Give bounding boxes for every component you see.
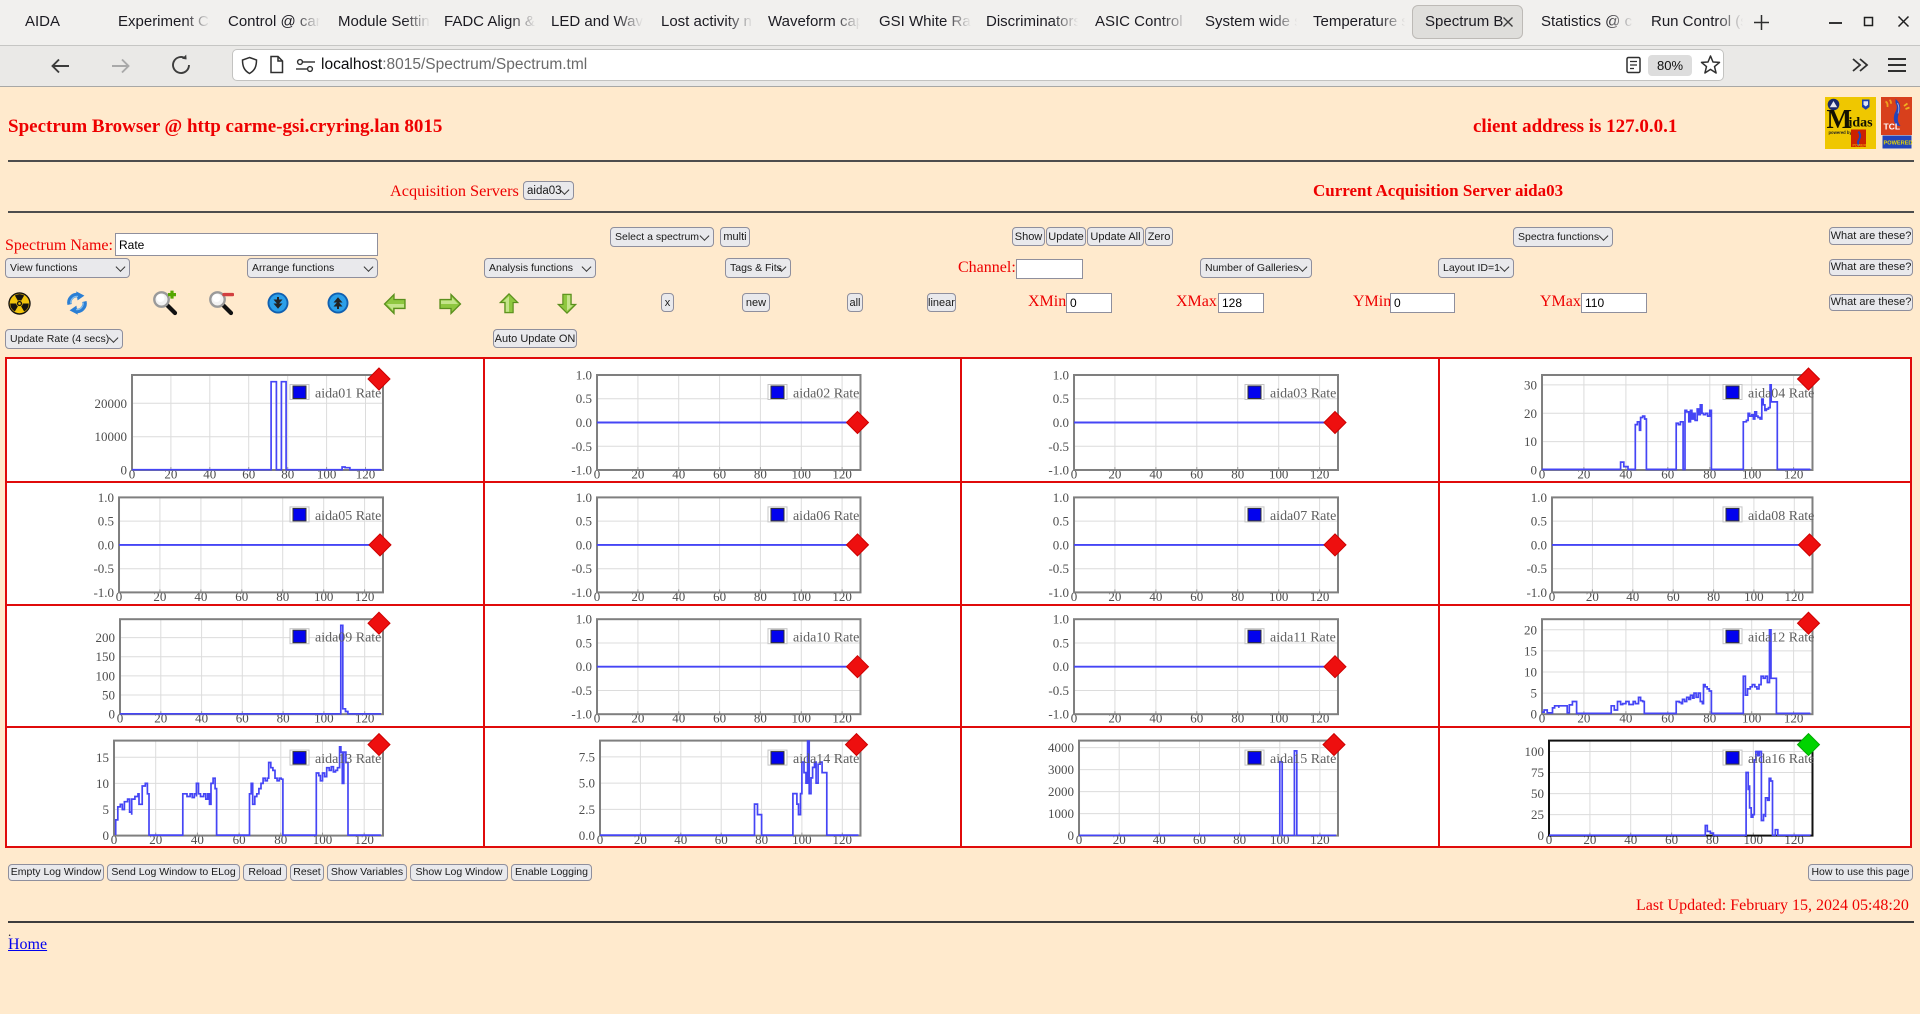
svg-text:aida06 Rate: aida06 Rate xyxy=(792,508,858,523)
svg-text:0: 0 xyxy=(121,462,128,477)
svg-text:-0.5: -0.5 xyxy=(1048,439,1069,454)
svg-text:-0.5: -0.5 xyxy=(1048,683,1069,698)
svg-text:0: 0 xyxy=(109,706,116,721)
svg-text:-0.5: -0.5 xyxy=(1048,561,1069,576)
svg-text:aida03 Rate: aida03 Rate xyxy=(1270,386,1336,401)
svg-text:4000: 4000 xyxy=(1048,740,1074,755)
svg-text:0: 0 xyxy=(1530,462,1537,477)
svg-text:1.0: 1.0 xyxy=(575,489,591,504)
svg-text:20: 20 xyxy=(1524,622,1537,637)
svg-text:aida14 Rate: aida14 Rate xyxy=(792,752,858,767)
svg-text:0.0: 0.0 xyxy=(575,659,591,674)
svg-text:0: 0 xyxy=(1068,828,1075,843)
svg-text:30: 30 xyxy=(1524,377,1537,392)
svg-text:0.0: 0.0 xyxy=(1530,537,1546,552)
svg-text:-1.0: -1.0 xyxy=(571,584,592,599)
svg-text:-1.0: -1.0 xyxy=(1526,584,1547,599)
svg-text:aida05 Rate: aida05 Rate xyxy=(315,508,381,523)
svg-text:0.0: 0.0 xyxy=(575,537,591,552)
svg-text:1000: 1000 xyxy=(1048,806,1074,821)
svg-text:1.0: 1.0 xyxy=(98,489,114,504)
svg-text:2000: 2000 xyxy=(1048,784,1074,799)
svg-text:2.5: 2.5 xyxy=(578,802,594,817)
svg-text:-1.0: -1.0 xyxy=(1048,706,1069,721)
svg-text:0.5: 0.5 xyxy=(575,635,591,650)
svg-text:200: 200 xyxy=(96,630,115,645)
svg-text:1.0: 1.0 xyxy=(575,367,591,382)
svg-text:5.0: 5.0 xyxy=(578,776,594,791)
svg-text:-0.5: -0.5 xyxy=(571,439,592,454)
svg-text:POWERED: POWERED xyxy=(1884,141,1913,147)
svg-text:50: 50 xyxy=(102,687,115,702)
svg-text:10: 10 xyxy=(1524,434,1537,449)
svg-text:idas: idas xyxy=(1849,116,1874,131)
svg-text:50: 50 xyxy=(1531,786,1544,801)
svg-text:aida08 Rate: aida08 Rate xyxy=(1747,508,1813,523)
svg-text:10: 10 xyxy=(96,776,109,791)
svg-text:-1.0: -1.0 xyxy=(1048,584,1069,599)
svg-text:aida01 Rate: aida01 Rate xyxy=(315,386,381,401)
svg-text:0.0: 0.0 xyxy=(1053,537,1069,552)
svg-text:75: 75 xyxy=(1531,765,1544,780)
svg-text:1.0: 1.0 xyxy=(1053,611,1069,626)
svg-text:1.0: 1.0 xyxy=(1530,489,1546,504)
svg-text:-1.0: -1.0 xyxy=(571,462,592,477)
svg-text:10000: 10000 xyxy=(95,429,127,444)
svg-text:aida02 Rate: aida02 Rate xyxy=(792,386,858,401)
svg-text:POWER: POWER xyxy=(1853,144,1867,148)
svg-text:0.5: 0.5 xyxy=(1053,635,1069,650)
svg-text:0.5: 0.5 xyxy=(575,391,591,406)
svg-text:aida15 Rate: aida15 Rate xyxy=(1270,752,1336,767)
svg-text:15: 15 xyxy=(1524,643,1537,658)
svg-text:1.0: 1.0 xyxy=(575,611,591,626)
svg-text:-1.0: -1.0 xyxy=(93,584,114,599)
svg-text:aida11 Rate: aida11 Rate xyxy=(1270,630,1336,645)
svg-text:100: 100 xyxy=(96,668,115,683)
svg-text:150: 150 xyxy=(96,649,115,664)
svg-text:20000: 20000 xyxy=(95,396,127,411)
svg-text:0: 0 xyxy=(103,828,109,843)
svg-text:aida04 Rate: aida04 Rate xyxy=(1747,386,1813,401)
svg-text:aida09 Rate: aida09 Rate xyxy=(315,630,381,645)
svg-text:25: 25 xyxy=(1531,807,1544,822)
svg-text:aida13 Rate: aida13 Rate xyxy=(315,752,381,767)
svg-text:-0.5: -0.5 xyxy=(571,561,592,576)
svg-text:aida16 Rate: aida16 Rate xyxy=(1747,752,1813,767)
svg-text:0.0: 0.0 xyxy=(1053,659,1069,674)
svg-text:0.5: 0.5 xyxy=(1053,513,1069,528)
svg-text:0.5: 0.5 xyxy=(575,513,591,528)
svg-text:10: 10 xyxy=(1524,664,1537,679)
svg-text:-0.5: -0.5 xyxy=(93,561,114,576)
svg-text:3000: 3000 xyxy=(1048,762,1074,777)
svg-text:-0.5: -0.5 xyxy=(571,683,592,698)
svg-text:100: 100 xyxy=(1524,744,1543,759)
svg-text:0: 0 xyxy=(1537,828,1544,843)
svg-text:0.0: 0.0 xyxy=(1053,415,1069,430)
svg-text:0.0: 0.0 xyxy=(575,415,591,430)
svg-text:1.0: 1.0 xyxy=(1053,489,1069,504)
svg-text:aida10 Rate: aida10 Rate xyxy=(792,630,858,645)
svg-text:1.0: 1.0 xyxy=(1053,367,1069,382)
svg-text:0.5: 0.5 xyxy=(1530,513,1546,528)
svg-text:-1.0: -1.0 xyxy=(571,706,592,721)
svg-text:0.5: 0.5 xyxy=(98,513,114,528)
svg-text:powered by: powered by xyxy=(1829,130,1853,135)
svg-text:15: 15 xyxy=(96,750,109,765)
svg-text:aida12 Rate: aida12 Rate xyxy=(1747,630,1813,645)
svg-text:-1.0: -1.0 xyxy=(1048,462,1069,477)
svg-text:7.5: 7.5 xyxy=(578,750,594,765)
svg-text:5: 5 xyxy=(1530,685,1537,700)
svg-text:20: 20 xyxy=(1524,406,1537,421)
svg-text:-0.5: -0.5 xyxy=(1526,561,1547,576)
svg-text:0.0: 0.0 xyxy=(98,537,114,552)
svg-text:TCL: TCL xyxy=(1884,122,1901,132)
svg-text:0.5: 0.5 xyxy=(1053,391,1069,406)
svg-text:5: 5 xyxy=(103,802,109,817)
svg-text:0: 0 xyxy=(1530,706,1537,721)
svg-text:0.0: 0.0 xyxy=(578,828,594,843)
svg-text:aida07 Rate: aida07 Rate xyxy=(1270,508,1336,523)
